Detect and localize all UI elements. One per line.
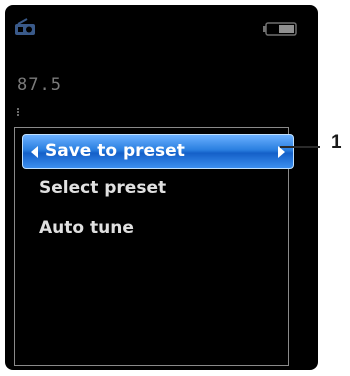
frequency-display: 87.5 xyxy=(17,75,62,95)
radio-icon xyxy=(15,18,35,35)
menu-item-auto-tune[interactable]: Auto tune xyxy=(39,218,134,238)
menu-item-label: Save to preset xyxy=(45,141,185,161)
menu-panel: Save to preset Select preset Auto tune xyxy=(14,127,294,366)
menu-item-save-to-preset[interactable]: Save to preset xyxy=(22,134,294,169)
battery-icon xyxy=(263,22,297,36)
tuning-scale-mark xyxy=(17,108,22,116)
callout-number: 1 xyxy=(331,132,342,153)
arrow-left-icon xyxy=(31,146,38,158)
callout-line xyxy=(280,146,320,148)
menu-item-select-preset[interactable]: Select preset xyxy=(39,178,166,198)
device-screen: 87.5 Save to preset Select preset Auto t… xyxy=(5,5,318,370)
